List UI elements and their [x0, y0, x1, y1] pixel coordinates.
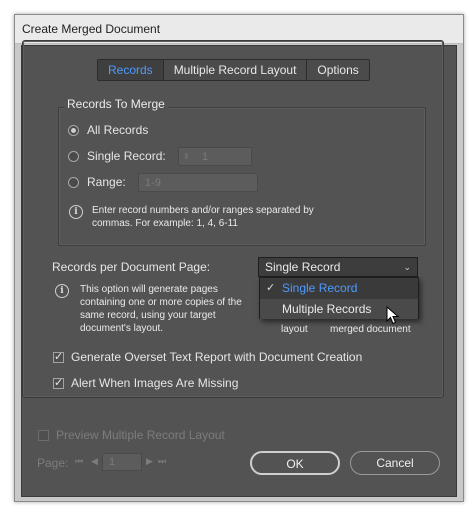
checkmark-icon: ✓	[266, 282, 276, 294]
chevron-down-icon: ⌄	[403, 262, 411, 272]
tab-records[interactable]: Records	[98, 60, 163, 80]
stepper-arrows-icon[interactable]: ⬍	[183, 148, 190, 166]
range-radio[interactable]	[68, 177, 79, 188]
records-per-page-select[interactable]: Single Record ⌄	[258, 257, 418, 277]
per-page-info-text: This option will generate pages containi…	[80, 283, 260, 335]
preview-checkbox[interactable]	[38, 430, 49, 441]
next-page-icon[interactable]: ▶	[146, 456, 153, 467]
per-page-info-line-2: containing one or more copies of the	[80, 297, 242, 308]
ok-button[interactable]: OK	[250, 451, 340, 475]
menu-item-single-record[interactable]: ✓ Single Record	[260, 278, 418, 298]
records-info-text: Enter record numbers and/or ranges separ…	[92, 204, 422, 230]
menu-item-label: Single Record	[282, 281, 358, 295]
mouse-pointer-icon	[386, 306, 400, 325]
tab-options[interactable]: Options	[306, 60, 368, 80]
info-icon: i	[55, 284, 69, 298]
select-value: Single Record	[265, 260, 341, 274]
page-number-field[interactable]: 1	[102, 453, 142, 471]
overset-report-checkbox[interactable]	[53, 350, 64, 363]
overset-report-label: Generate Overset Text Report with Docume…	[71, 350, 363, 364]
cancel-button[interactable]: Cancel	[350, 451, 440, 475]
records-per-page-label: Records per Document Page:	[52, 260, 211, 274]
all-records-radio[interactable]	[68, 125, 79, 136]
per-page-info-line-4: document's layout.	[80, 323, 164, 334]
alert-images-checkbox[interactable]	[53, 376, 64, 389]
page-label: Page:	[37, 456, 69, 470]
records-info-line-2: commas. For example: 1, 4, 6-11	[92, 218, 238, 229]
alert-images-label: Alert When Images Are Missing	[71, 376, 239, 390]
preview-label: Preview Multiple Record Layout	[56, 428, 225, 442]
all-records-label: All Records	[87, 123, 149, 137]
single-record-value: 1	[202, 151, 209, 163]
per-page-info-line-3: same record, using your target	[80, 310, 216, 321]
window-title: Create Merged Document	[22, 22, 161, 36]
single-record-label: Single Record:	[87, 149, 166, 163]
records-to-merge-label: Records To Merge	[64, 97, 168, 111]
single-record-radio[interactable]	[68, 151, 79, 162]
tab-multiple-record-layout[interactable]: Multiple Record Layout	[162, 60, 307, 80]
per-page-info-line-1: This option will generate pages	[80, 284, 218, 295]
range-input[interactable]: 1-9	[138, 173, 258, 192]
last-page-icon[interactable]: ⏭	[158, 456, 166, 467]
menu-item-label: Multiple Records	[282, 302, 372, 316]
range-label: Range:	[87, 175, 126, 189]
tab-bar: Records Multiple Record Layout Options	[97, 59, 370, 81]
info-icon: i	[69, 205, 83, 219]
single-record-stepper[interactable]: ⬍ 1	[178, 147, 252, 166]
first-page-icon[interactable]: ⏮	[75, 456, 83, 467]
obscured-text-layout: layout	[281, 324, 308, 335]
records-info-line-1: Enter record numbers and/or ranges separ…	[92, 205, 314, 216]
previous-page-icon[interactable]: ◀	[91, 456, 98, 467]
